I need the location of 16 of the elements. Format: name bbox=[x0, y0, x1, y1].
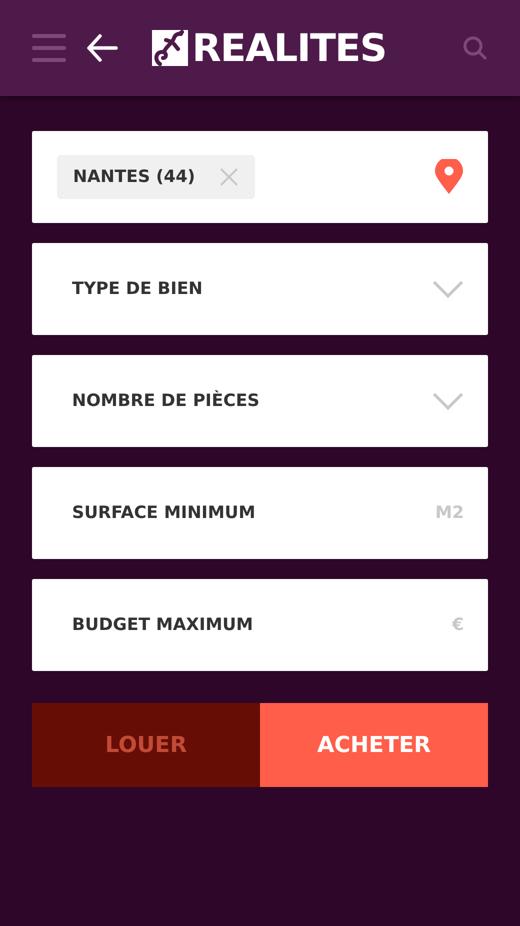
menu-icon[interactable] bbox=[32, 33, 66, 63]
dropdown-field[interactable]: TYPE DE BIEN bbox=[32, 243, 488, 335]
logo-text: REALITES bbox=[192, 29, 386, 67]
chevron-down-icon bbox=[432, 280, 464, 298]
back-arrow-icon[interactable] bbox=[86, 34, 118, 62]
location-chip[interactable]: NANTES (44) bbox=[57, 155, 256, 199]
location-pin-icon[interactable] bbox=[434, 159, 464, 195]
chip-label: NANTES (44) bbox=[73, 167, 196, 187]
search-icon[interactable] bbox=[462, 35, 488, 61]
lizard-logo-icon bbox=[152, 30, 188, 66]
unit-label: € bbox=[452, 615, 464, 635]
dropdown-field[interactable]: NOMBRE DE PIÈCES bbox=[32, 355, 488, 447]
input-field[interactable]: BUDGET MAXIMUM € bbox=[32, 579, 488, 671]
close-icon[interactable] bbox=[219, 167, 240, 187]
location-field[interactable]: NANTES (44) bbox=[32, 131, 488, 223]
chevron-down-icon bbox=[432, 392, 464, 410]
